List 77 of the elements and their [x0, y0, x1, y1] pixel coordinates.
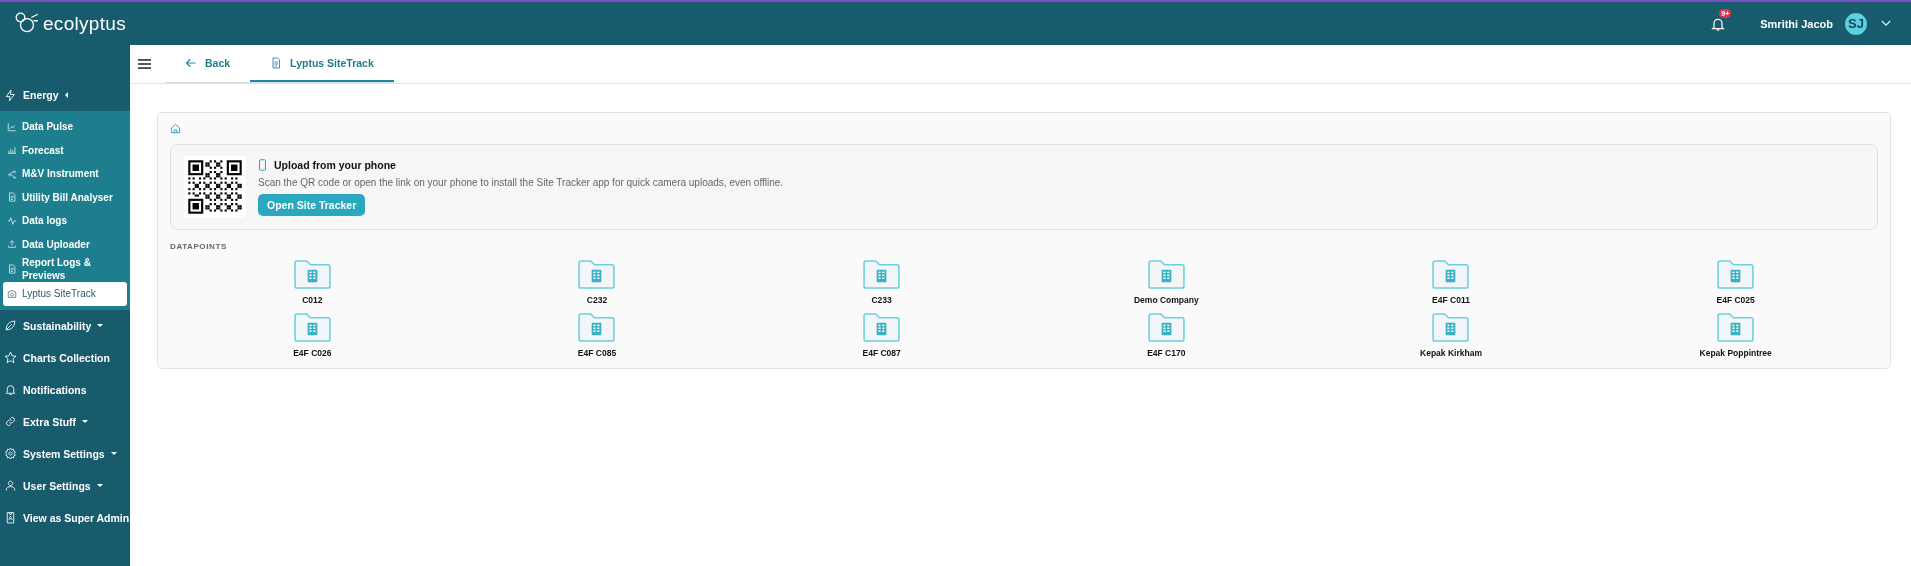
sidebar-item[interactable]: Data logs	[22, 214, 67, 228]
building-folder-icon[interactable]	[292, 312, 332, 343]
upload-icon	[7, 239, 17, 250]
gear-icon	[4, 447, 17, 460]
pulse-line-icon	[7, 215, 17, 226]
id-badge-icon	[4, 511, 17, 524]
qr-code	[184, 156, 246, 218]
sidebar-item[interactable]: Data Pulse	[22, 120, 74, 134]
person-icon	[4, 479, 17, 492]
sidebar-item[interactable]: Forecast	[22, 143, 64, 157]
leaf-icon	[4, 319, 17, 332]
building-folder-icon[interactable]	[1146, 259, 1186, 290]
building-folder-icon[interactable]	[1431, 312, 1471, 343]
building-folder-icon[interactable]	[577, 312, 617, 343]
datapoint-label[interactable]: E4F C025	[1716, 295, 1755, 305]
caret-icon	[64, 92, 68, 98]
datapoint-label[interactable]: E4F C085	[577, 348, 617, 358]
caret-icon	[82, 420, 89, 423]
tab[interactable]: Back	[165, 45, 251, 82]
building-folder-icon[interactable]	[577, 259, 617, 290]
sidebar-item[interactable]: User Settings	[23, 479, 91, 492]
sidebar-item[interactable]: Energy	[23, 89, 59, 101]
building-folder-icon[interactable]	[1716, 312, 1756, 343]
building-folder-icon[interactable]	[292, 259, 332, 290]
caret-icon	[97, 324, 104, 327]
datapoint-label[interactable]: E4F C170	[1147, 348, 1186, 358]
user-name[interactable]: Smrithi Jacob	[1760, 17, 1833, 30]
datapoint-label[interactable]: C233	[871, 295, 892, 305]
section-heading: DATAPOINTS	[170, 242, 228, 251]
chevron-down-icon[interactable]	[1881, 20, 1891, 27]
datapoint-label[interactable]: E4F C026	[293, 348, 332, 358]
datapoint-label[interactable]: C012	[302, 295, 323, 305]
home-icon[interactable]	[170, 123, 181, 134]
active-sidebar-item[interactable]: Lyptus SiteTrack	[3, 282, 127, 306]
link-icon	[4, 415, 17, 428]
sidebar-item[interactable]: Charts Collection	[23, 351, 110, 364]
sidebar-item[interactable]: Sustainability	[23, 319, 92, 332]
sidebar-item[interactable]: Report Logs & Previews	[22, 256, 117, 282]
building-folder-icon[interactable]	[1716, 259, 1756, 290]
document-icon	[7, 264, 17, 274]
line-chart-icon	[7, 121, 17, 132]
document-icon	[270, 56, 283, 69]
share-nodes-icon	[7, 168, 17, 179]
menu-icon[interactable]	[138, 59, 151, 69]
user-avatar[interactable]: SJ	[1845, 12, 1867, 35]
arrow-left-icon	[185, 56, 197, 69]
caret-icon	[96, 484, 103, 487]
datapoint-label[interactable]: Kepak Kirkham	[1420, 348, 1482, 358]
sidebar-item[interactable]: M&V Instrument	[22, 167, 99, 181]
caret-icon	[110, 452, 117, 455]
sidebar-item[interactable]: Notifications	[23, 383, 87, 396]
sidebar-item[interactable]: Extra Stuff	[23, 415, 77, 428]
datapoint-label[interactable]: E4F C087	[862, 348, 901, 358]
datapoint-label[interactable]: Kepak Poppintree	[1699, 348, 1772, 358]
sidebar-item[interactable]: Utility Bill Analyser	[22, 190, 113, 204]
datapoint-label[interactable]: C232	[586, 295, 608, 305]
sidebar-item[interactable]: Data Uploader	[22, 237, 90, 251]
sidebar-item[interactable]: System Settings	[23, 447, 105, 460]
bar-chart-icon	[7, 145, 17, 156]
building-folder-icon[interactable]	[1431, 259, 1471, 290]
tab[interactable]: Lyptus SiteTrack	[250, 45, 394, 82]
building-folder-icon[interactable]	[1146, 312, 1186, 343]
sidebar-item[interactable]: View as Super Admin	[23, 511, 130, 524]
building-folder-icon[interactable]	[862, 312, 902, 343]
brand-name: ecolyptus	[43, 12, 126, 35]
phone-icon	[258, 158, 267, 171]
camera-icon	[7, 288, 17, 299]
sidebar-item-label: Lyptus SiteTrack	[22, 287, 96, 301]
datapoint-label[interactable]: Demo Company	[1133, 295, 1199, 305]
upload-description: Scan the QR code or open the link on your phone to install the Site Tracker app for quick camera uploads, even offline.	[258, 176, 784, 188]
bolt-icon	[4, 88, 17, 102]
document-icon	[7, 192, 17, 203]
star-icon	[4, 351, 17, 364]
bell-icon	[4, 383, 17, 396]
datapoint-label[interactable]: E4F C011	[1432, 295, 1470, 305]
upload-title: Upload from your phone	[274, 158, 396, 171]
building-folder-icon[interactable]	[862, 259, 902, 290]
